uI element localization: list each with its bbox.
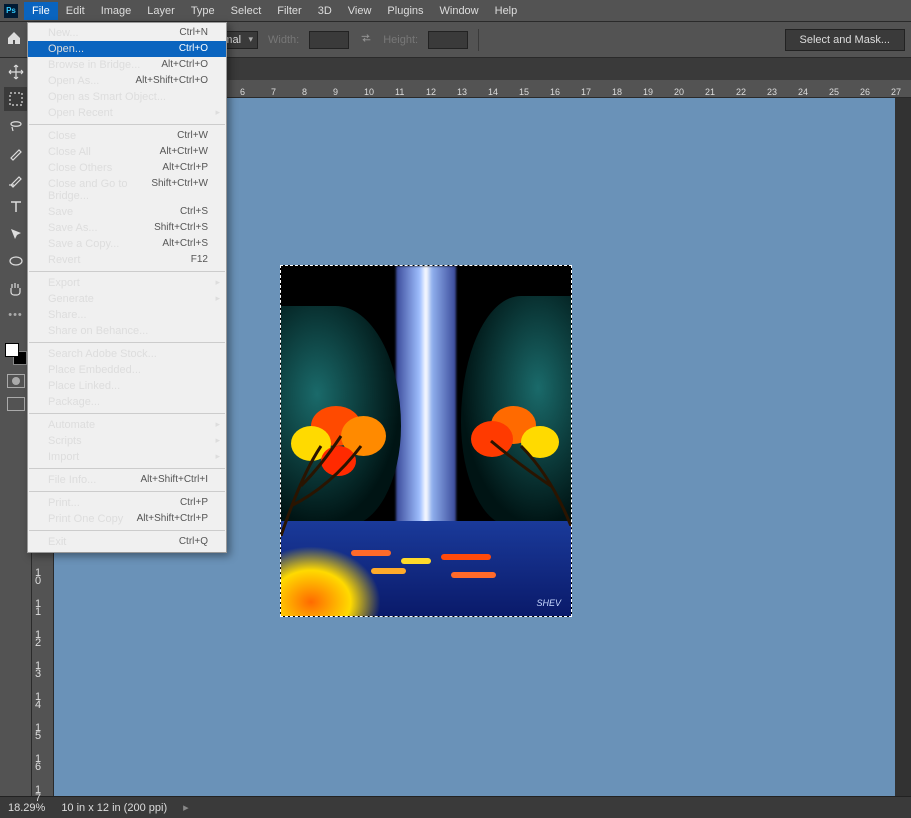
menu-edit[interactable]: Edit	[58, 2, 93, 20]
menu-item-open-as[interactable]: Open As...Alt+Shift+Ctrl+O	[28, 73, 226, 89]
menu-file[interactable]: File	[24, 2, 58, 20]
status-chevron-icon[interactable]: ▸	[183, 801, 189, 814]
menu-item-place-embedded[interactable]: Place Embedded...	[28, 362, 226, 378]
menu-item-new[interactable]: New...Ctrl+N	[28, 25, 226, 41]
height-field	[428, 31, 468, 49]
lasso-tool[interactable]	[4, 114, 28, 138]
menu-item-print-one-copy[interactable]: Print One CopyAlt+Shift+Ctrl+P	[28, 511, 226, 527]
image-selection[interactable]: SHEV	[280, 265, 572, 617]
menu-item-share[interactable]: Share...	[28, 307, 226, 323]
menu-item-export[interactable]: Export	[28, 275, 226, 291]
menu-view[interactable]: View	[340, 2, 380, 20]
text-tool[interactable]	[4, 195, 28, 219]
menu-item-close[interactable]: CloseCtrl+W	[28, 128, 226, 144]
swap-icon[interactable]	[359, 31, 373, 48]
brush-tool[interactable]	[4, 141, 28, 165]
menu-item-search-adobe-stock[interactable]: Search Adobe Stock...	[28, 346, 226, 362]
color-swatches[interactable]	[5, 343, 27, 365]
menu-select[interactable]: Select	[223, 2, 270, 20]
menu-item-automate[interactable]: Automate	[28, 417, 226, 433]
home-icon[interactable]	[6, 30, 22, 49]
menu-item-close-all[interactable]: Close AllAlt+Ctrl+W	[28, 144, 226, 160]
height-label: Height:	[383, 34, 418, 46]
menu-item-package: Package...	[28, 394, 226, 410]
menu-item-save-a-copy[interactable]: Save a Copy...Alt+Ctrl+S	[28, 236, 226, 252]
eraser-tool[interactable]	[4, 168, 28, 192]
menu-3d[interactable]: 3D	[310, 2, 340, 20]
menu-item-generate[interactable]: Generate	[28, 291, 226, 307]
menu-item-save-as[interactable]: Save As...Shift+Ctrl+S	[28, 220, 226, 236]
menu-item-open-as-smart-object[interactable]: Open as Smart Object...	[28, 89, 226, 105]
file-menu: New...Ctrl+NOpen...Ctrl+OBrowse in Bridg…	[27, 22, 227, 553]
menu-image[interactable]: Image	[93, 2, 140, 20]
artist-signature: SHEV	[536, 598, 561, 608]
menu-item-file-info[interactable]: File Info...Alt+Shift+Ctrl+I	[28, 472, 226, 488]
doc-info[interactable]: 10 in x 12 in (200 ppi)	[61, 802, 167, 814]
quick-mask-icon[interactable]	[7, 374, 25, 388]
menu-layer[interactable]: Layer	[139, 2, 183, 20]
menu-item-save[interactable]: SaveCtrl+S	[28, 204, 226, 220]
width-field	[309, 31, 349, 49]
menu-item-open-recent[interactable]: Open Recent	[28, 105, 226, 121]
menu-item-print[interactable]: Print...Ctrl+P	[28, 495, 226, 511]
menu-item-browse-in-bridge[interactable]: Browse in Bridge...Alt+Ctrl+O	[28, 57, 226, 73]
menu-window[interactable]: Window	[432, 2, 487, 20]
menu-item-exit[interactable]: ExitCtrl+Q	[28, 534, 226, 550]
hand-tool[interactable]	[4, 276, 28, 300]
screen-mode-icon[interactable]	[7, 397, 25, 411]
status-bar: 18.29% 10 in x 12 in (200 ppi) ▸	[0, 796, 911, 818]
menu-item-place-linked[interactable]: Place Linked...	[28, 378, 226, 394]
ellipse-tool[interactable]	[4, 249, 28, 273]
menu-item-open[interactable]: Open...Ctrl+O	[28, 41, 226, 57]
menu-item-scripts[interactable]: Scripts	[28, 433, 226, 449]
menu-plugins[interactable]: Plugins	[379, 2, 431, 20]
menu-type[interactable]: Type	[183, 2, 223, 20]
menu-item-import[interactable]: Import	[28, 449, 226, 465]
menu-item-close-others: Close OthersAlt+Ctrl+P	[28, 160, 226, 176]
menu-help[interactable]: Help	[487, 2, 526, 20]
menu-filter[interactable]: Filter	[269, 2, 309, 20]
menubar: Ps FileEditImageLayerTypeSelectFilter3DV…	[0, 0, 911, 22]
select-and-mask-button[interactable]: Select and Mask...	[785, 29, 906, 51]
width-label: Width:	[268, 34, 299, 46]
app-icon: Ps	[4, 4, 18, 18]
menu-item-close-and-go-to-bridge[interactable]: Close and Go to Bridge...Shift+Ctrl+W	[28, 176, 226, 204]
menu-item-revert[interactable]: RevertF12	[28, 252, 226, 268]
menu-item-share-on-behance[interactable]: Share on Behance...	[28, 323, 226, 339]
more-tools[interactable]: •••	[4, 303, 28, 327]
marquee-tool[interactable]	[4, 87, 28, 111]
path-tool[interactable]	[4, 222, 28, 246]
move-tool[interactable]	[4, 60, 28, 84]
